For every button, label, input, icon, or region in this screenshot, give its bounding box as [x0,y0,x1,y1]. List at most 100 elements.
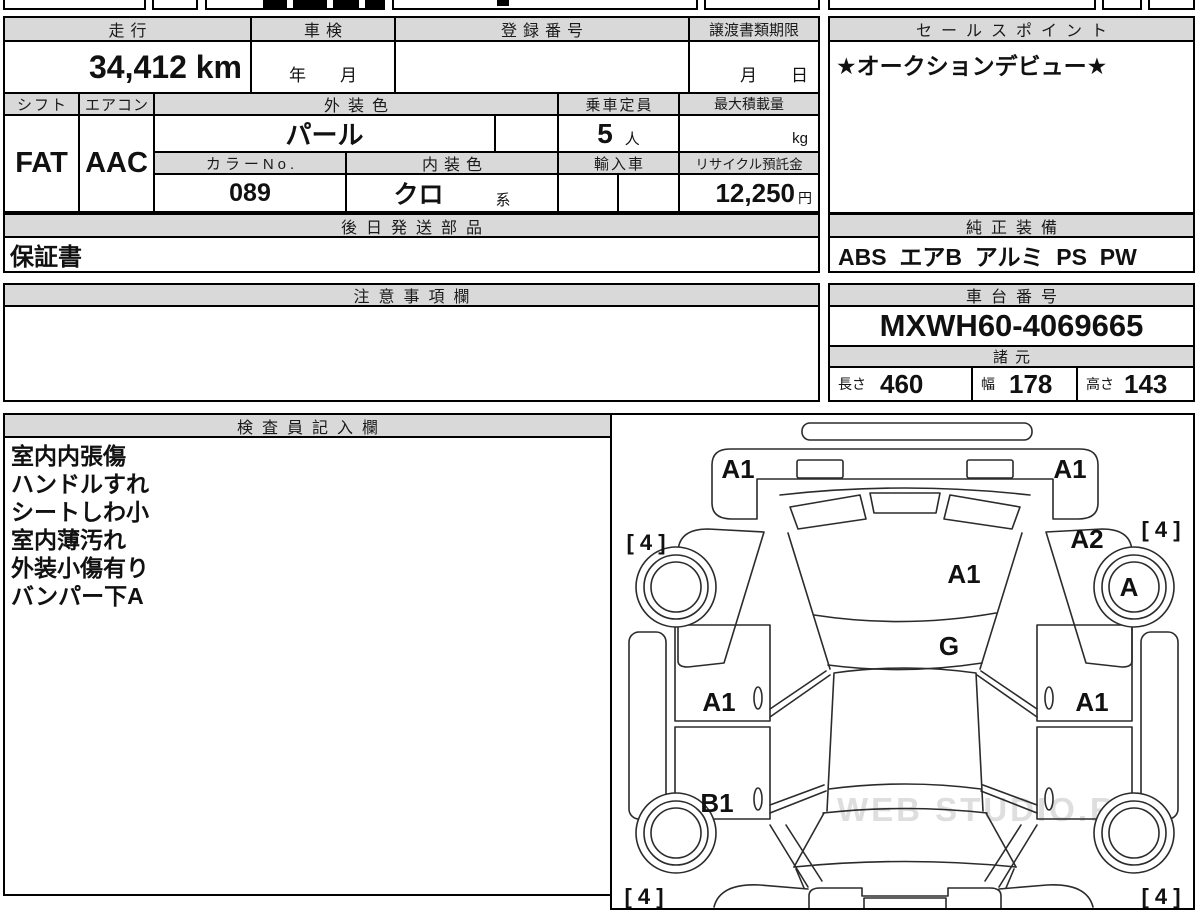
damage-label-hood: A1 [947,559,980,589]
spec-width-value: 178 [1009,368,1053,399]
color-no-header: カラーNo. [153,151,347,175]
sales-point-header: セールスポイント [828,16,1195,42]
later-parts-header: 後日発送部品 [3,213,820,238]
import-car-cell-1 [557,173,619,213]
caution-header-label: 注意事項欄 [353,289,479,306]
caution-header: 注意事項欄 [3,283,820,307]
aircon-value: AAC [85,147,148,179]
shift-header: シフト [3,92,80,116]
left-front-door-handle [753,686,763,710]
max-load-value-cell: kg [678,114,820,153]
inspector-header-label: 検査員記入欄 [236,419,387,437]
hood-side-lines [787,532,1023,670]
cutoff-cell [3,0,146,10]
exterior-color-header-label: 外装色 [323,98,396,115]
rear-window-line [822,807,988,814]
tire-depth-rear-right: [ 4 ] [1141,884,1180,908]
recycle-deposit-unit: 円 [798,190,812,206]
recycle-deposit-value: 12,250 [715,177,795,208]
registration-header: 登録番号 [394,16,690,42]
sales-point-value-cell: ★オークションデビュー★ [828,40,1195,214]
tire-depth-front-right: [ 4 ] [1141,517,1180,542]
chassis-value: MXWH60-4069665 [879,308,1144,343]
inspector-note: 室内内張傷 [11,443,126,469]
left-rear-corner [713,884,809,908]
later-parts-header-label: 後日発送部品 [340,219,491,237]
roof-outline [826,667,984,812]
cutoff-cell [392,0,698,10]
cutoff-text-fragment [293,0,327,8]
cutoff-cell [828,0,1096,10]
max-load-unit: kg [792,130,808,147]
spec-length-value: 460 [880,368,924,399]
aircon-value-cell: AAC [78,114,155,213]
inspector-note: 室内薄汚れ [11,527,126,553]
max-load-header: 最大積載量 [678,92,820,116]
aircon-header: エアコン [78,92,155,116]
transfer-deadline-header-label: 譲渡書類期限 [708,21,799,39]
right-rocker-panel [1140,631,1179,820]
left-rocker-panel [628,631,667,820]
left-pillar-connectors [769,670,831,814]
roof-mid-line [828,783,982,790]
car-top-view-diagram: A1 A1 A1 A2 A G A1 A1 B1 [ 4 ] [ 4 ] [ 4… [624,422,1181,908]
genuine-equipment-header: 純正装備 [828,213,1195,238]
damage-label-windshield: G [939,631,959,661]
grille-center [869,492,941,514]
roof-front-strip [801,422,1033,441]
exterior-color-header: 外装色 [153,92,559,116]
interior-color-header: 内装色 [345,151,559,175]
inspector-note: ハンドルすれ [11,471,149,497]
grille-line [779,487,1031,496]
shift-header-label: シフト [16,96,68,114]
import-car-header: 輸入車 [557,151,680,175]
damage-label-front-bumper-left: A1 [721,454,754,484]
cutoff-cell [1148,0,1195,10]
bumper-sensor-left [796,459,844,479]
damage-label-left-front-door: A1 [702,687,735,717]
tailgate-lines [793,860,1017,889]
headlight-left [789,494,867,530]
capacity-value-cell: 5 人 [557,114,680,153]
aircon-header-label: エアコン [84,96,149,114]
mileage-header: 走行 [3,16,252,42]
specs-header: 諸元 [828,345,1195,368]
spec-height-label: 高さ [1086,376,1114,392]
spec-width-cell: 幅 178 [971,366,1078,402]
damage-label-front-bumper-right: A1 [1053,454,1086,484]
import-car-header-label: 輸入車 [593,155,645,173]
left-front-wheel [635,546,717,628]
rear-pillar-lines [793,812,1017,868]
later-parts-value-cell: 保証書 [3,236,820,273]
transfer-deadline-header: 譲渡書類期限 [688,16,820,42]
mileage-header-label: 走行 [108,23,153,40]
right-rear-corner [998,884,1094,908]
transfer-deadline-value: 月 日 [740,66,808,85]
shaken-value: 年 月 [289,66,357,85]
inspector-note: シートしわ小 [11,499,149,525]
mileage-value-cell: 34,412 km [3,40,252,94]
right-pillar-connectors [976,670,1038,814]
auction-sheet: { "sheet": { "mileage": { "label": "走行",… [0,0,1200,910]
left-rear-door-handle [753,787,763,811]
recycle-deposit-value-cell: 12,250 円 [678,173,820,213]
left-quarter-glass [769,824,823,888]
interior-color-value-cell: クロ 系 [345,173,559,213]
capacity-header: 乗車定員 [557,92,680,116]
exterior-color-extra-cell [494,114,559,153]
damage-label-right-front-wheel: A [1120,572,1139,602]
genuine-equipment-value: ABS エアB アルミ PS PW [838,243,1137,270]
spec-length-cell: 長さ 460 [828,366,973,402]
interior-color-suffix: 系 [495,191,511,209]
shaken-header: 車検 [250,16,396,42]
registration-value-cell [394,40,690,94]
capacity-header-label: 乗車定員 [585,96,654,114]
registration-header-label: 登録番号 [500,23,589,40]
max-load-header-label: 最大積載量 [714,96,784,112]
exterior-color-value-cell: パール [153,114,496,153]
hood-bottom-line [813,612,997,623]
capacity-unit: 人 [624,131,640,148]
shift-value-cell: FAT [3,114,80,213]
bumper-sensor-right [966,459,1014,479]
later-parts-value: 保証書 [10,244,82,271]
